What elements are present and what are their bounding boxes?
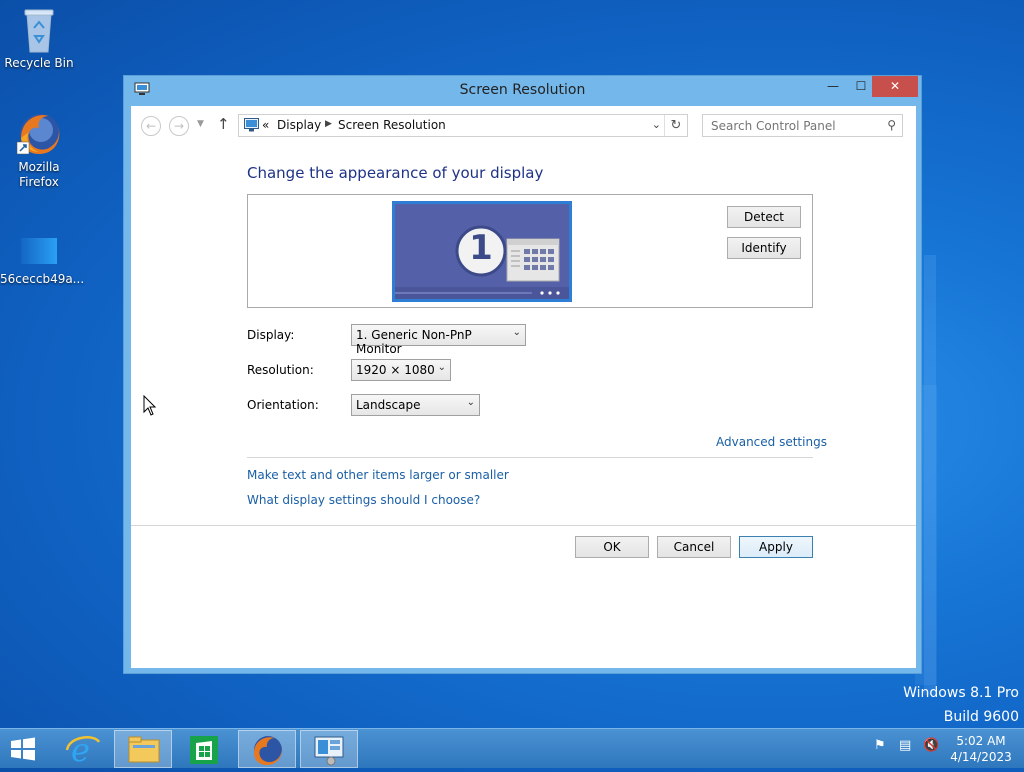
taskbar-store[interactable] (176, 730, 234, 768)
title-bar[interactable]: Screen Resolution — ☐ ✕ (124, 76, 921, 106)
mouse-cursor-icon (143, 394, 157, 417)
divider (247, 457, 813, 458)
maximize-button[interactable]: ☐ (848, 76, 874, 97)
monitor-icon (244, 118, 259, 132)
taskbar-firefox[interactable] (238, 730, 296, 768)
taskbar-internet-explorer[interactable]: e (55, 730, 113, 769)
display-select-value: 1. Generic Non-PnP Monitor (356, 328, 472, 356)
resolution-label: Resolution: (247, 363, 314, 377)
chevron-down-icon: ⌄ (512, 327, 521, 338)
orientation-select[interactable]: Landscape ⌄ (351, 394, 480, 416)
display-settings-help-link[interactable]: What display settings should I choose? (247, 493, 480, 507)
up-arrow-icon[interactable]: ↑ (217, 115, 230, 133)
address-bar[interactable]: « Display ▶ Screen Resolution ⌄ ↻ (238, 114, 688, 137)
refresh-icon[interactable]: ↻ (664, 115, 687, 136)
desktop-icon-label: 56ceccb49a... (0, 272, 85, 286)
breadcrumb-overflow[interactable]: « (262, 118, 269, 132)
search-input[interactable] (709, 118, 874, 134)
resolution-select-value: 1920 × 1080 (356, 363, 435, 377)
divider (131, 525, 916, 526)
network-icon[interactable]: ▤ (899, 738, 911, 753)
cancel-button[interactable]: Cancel (657, 536, 731, 558)
apply-button[interactable]: Apply (739, 536, 813, 558)
text-size-link[interactable]: Make text and other items larger or smal… (247, 468, 509, 482)
desktop-icon-firefox[interactable]: Mozilla Firefox (0, 110, 78, 190)
chevron-down-icon: ⌄ (437, 362, 446, 373)
orientation-select-value: Landscape (356, 398, 421, 412)
resolution-select[interactable]: 1920 × 1080 ⌄ (351, 359, 451, 381)
chevron-down-icon: ⌄ (466, 397, 475, 408)
search-box[interactable]: ⚲ (702, 114, 903, 137)
breadcrumb-screen-resolution[interactable]: Screen Resolution (338, 118, 446, 132)
back-button[interactable]: ← (141, 116, 161, 136)
desktop-icon-label: Recycle Bin (4, 56, 74, 70)
os-edition-watermark: Windows 8.1 Pro (903, 685, 1019, 701)
windows-logo-icon (11, 737, 35, 761)
control-panel-icon (314, 736, 344, 766)
advanced-settings-link[interactable]: Advanced settings (716, 435, 827, 449)
breadcrumb-display[interactable]: Display (277, 118, 321, 132)
window-client-area: ← → ▼ ↑ « Display ▶ Screen Resolution ⌄ … (131, 106, 916, 668)
breadcrumb-separator-icon[interactable]: ▶ (325, 119, 332, 129)
recent-locations-chevron-icon[interactable]: ▼ (197, 119, 204, 129)
os-build-watermark: Build 9600 (943, 709, 1019, 725)
taskbar-file-explorer[interactable] (114, 730, 172, 768)
display-label: Display: (247, 328, 295, 342)
taskbar-control-panel[interactable] (300, 730, 358, 768)
display-preview-panel: 1 Detect Identify (247, 194, 813, 308)
ok-button[interactable]: OK (575, 536, 649, 558)
store-icon (190, 736, 218, 764)
display-select[interactable]: 1. Generic Non-PnP Monitor ⌄ (351, 324, 526, 356)
minimize-button[interactable]: — (820, 76, 846, 97)
detect-button[interactable]: Detect (727, 206, 801, 228)
taskbar: e ⚑ ▤ 🔇 5:02 AM 4/14/2023 (0, 728, 1024, 769)
volume-muted-icon[interactable]: 🔇 (923, 738, 939, 753)
monitor-number: 1 (469, 228, 493, 268)
screen-resolution-window: Screen Resolution — ☐ ✕ ← → ▼ ↑ « Displa… (123, 75, 922, 674)
desktop-icon-label: Mozilla (18, 160, 60, 174)
desktop-icon-recycle-bin[interactable]: Recycle Bin (0, 6, 78, 71)
firefox-icon (254, 736, 282, 765)
action-center-flag-icon[interactable]: ⚑ (874, 738, 886, 753)
page-heading: Change the appearance of your display (247, 164, 544, 182)
internet-explorer-icon: e (65, 731, 101, 769)
firefox-icon (15, 110, 63, 158)
recycle-bin-icon (21, 6, 57, 54)
navigation-bar: ← → ▼ ↑ « Display ▶ Screen Resolution ⌄ … (131, 106, 916, 144)
desktop-icon-label: Firefox (19, 175, 59, 189)
clock-time[interactable]: 5:02 AM (956, 734, 1006, 748)
desktop-icon-file[interactable]: 56ceccb49a... (0, 232, 85, 287)
folder-icon (128, 736, 160, 763)
monitor-1-preview[interactable]: 1 (392, 201, 572, 302)
forward-button[interactable]: → (169, 116, 189, 136)
address-dropdown-chevron-icon[interactable]: ⌄ (652, 118, 661, 131)
identify-button[interactable]: Identify (727, 237, 801, 259)
wallpaper-thumbnail-icon (15, 236, 63, 270)
close-button[interactable]: ✕ (872, 76, 918, 97)
window-title: Screen Resolution (459, 82, 586, 98)
orientation-label: Orientation: (247, 398, 319, 412)
search-icon[interactable]: ⚲ (887, 118, 896, 132)
start-button[interactable] (8, 737, 38, 761)
clock-date[interactable]: 4/14/2023 (950, 750, 1012, 764)
